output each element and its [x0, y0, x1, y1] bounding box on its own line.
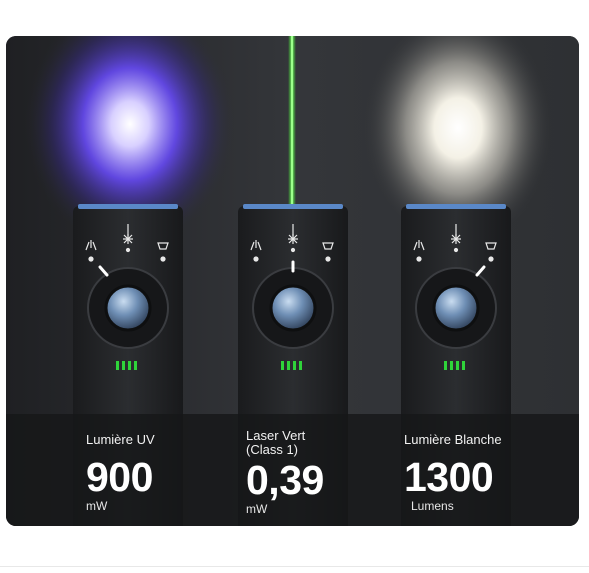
spec-white-label: Lumière Blanche: [404, 432, 502, 447]
spec-laser-value: 0,39: [246, 457, 324, 503]
spec-white: Lumière Blanche 1300 Lumens: [404, 432, 502, 514]
laser-beam: [291, 36, 293, 208]
product-comparison-panel: Lumière UV 900 mW Laser Vert (Class 1) 0…: [6, 36, 579, 526]
spec-uv: Lumière UV 900 mW: [86, 432, 155, 514]
bottom-divider: [0, 566, 589, 567]
spec-laser-label-line1: Laser Vert: [246, 428, 306, 443]
spec-laser: Laser Vert (Class 1) 0,39 mW: [246, 428, 324, 517]
spec-white-unit: Lumens: [411, 499, 454, 513]
spec-white-value: 1300: [404, 454, 494, 500]
spec-laser-unit: mW: [246, 502, 268, 516]
spec-laser-label-line2: (Class 1): [246, 442, 299, 457]
spec-uv-value: 900: [86, 454, 153, 500]
spec-uv-unit: mW: [86, 499, 108, 513]
spec-uv-label: Lumière UV: [86, 432, 155, 447]
